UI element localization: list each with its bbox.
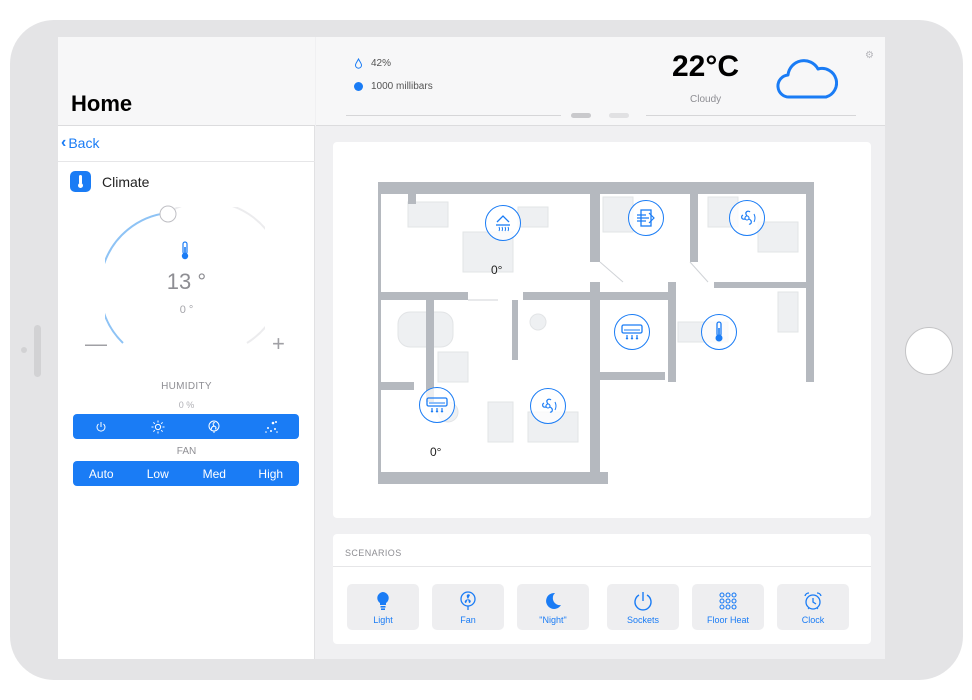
fan-label: FAN [176,446,197,457]
scenario-clock-button[interactable]: Clock [777,584,849,630]
scenario-label: Floor Heat [706,615,750,625]
outdoor-temperature: 22°C [672,50,740,83]
scenario-label: Sockets [626,615,659,625]
scenario-fan-button[interactable]: Fan [432,584,504,630]
fan-auto-button[interactable]: Auto [73,461,130,486]
page-indicator[interactable] [609,113,629,118]
back-label: Back [68,135,100,151]
fan-low-button[interactable]: Low [130,461,187,486]
pressure-value: 1000 millibars [371,81,433,92]
snowflake-icon [264,420,278,433]
cool-mode-button[interactable] [243,414,300,439]
power-mode-button[interactable] [73,414,130,439]
divider [333,566,871,567]
gear-icon[interactable]: ⚙ [865,50,874,61]
floor-heat-icon[interactable] [485,205,521,241]
fan-med-button[interactable]: Med [186,461,243,486]
sidebar-header: Home [58,37,315,126]
moon-icon [546,592,561,609]
fan-icon [208,420,220,433]
bulb-icon [377,592,389,610]
ac-value: 0° [430,445,442,459]
setpoint-temperature: 0 ° [179,304,194,316]
weather-bar: 42% 1000 millibars 22°C Cloudy ⚙ [316,37,885,126]
humidity-label: HUMIDITY [161,381,212,392]
ac-icon[interactable] [419,387,455,423]
home-button[interactable] [905,327,953,375]
humidity-readout: 42% [354,58,391,69]
fan-high-button[interactable]: High [243,461,300,486]
fan-icon[interactable] [530,388,566,424]
thermometer-icon [70,171,91,192]
scenarios-card: SCENARIOS Light Fan "Night" Sockets Floo… [333,534,871,644]
floor-heat-value: 0° [491,263,503,277]
scenario-label: Clock [801,615,825,625]
camera-dot [21,347,27,353]
sun-icon [151,420,165,433]
fan-icon [460,591,476,610]
thermometer-icon [181,241,189,260]
decrease-button[interactable]: — [85,331,107,357]
sidebar: Home ‹ Back Climate 13 ° 0 ° — + HUMIDIT… [58,37,315,659]
fan-icon[interactable] [729,200,765,236]
scenario-floor-heat-button[interactable]: Floor Heat [692,584,764,630]
thermometer-icon[interactable] [701,314,737,350]
page-indicator-active[interactable] [571,113,591,118]
page-title: Home [71,91,133,116]
climate-label: Climate [102,173,150,190]
power-icon [634,592,652,611]
barometer-icon [354,82,363,91]
climate-section[interactable]: Climate [70,171,149,192]
weather-condition: Cloudy [690,94,722,105]
increase-button[interactable]: + [272,331,285,357]
cloud-icon [776,59,838,99]
vent-icon[interactable] [628,200,664,236]
dial-handle[interactable] [158,204,178,224]
back-button[interactable]: ‹ Back [61,134,99,152]
ac-icon[interactable] [614,314,650,350]
fan-mode-button[interactable] [186,414,243,439]
divider [58,161,315,162]
scenario-light-button[interactable]: Light [347,584,419,630]
scenarios-title: SCENARIOS [345,548,402,558]
scenario-sockets-button[interactable]: Sockets [607,584,679,630]
side-button [34,325,41,377]
fan-speed-selector: Auto Low Med High [73,461,299,486]
dots-grid-icon [719,592,737,610]
chevron-left-icon: ‹ [61,134,67,151]
mode-selector [73,414,299,439]
scenario-label: Fan [460,615,476,625]
pressure-readout: 1000 millibars [354,81,433,92]
divider [346,115,561,116]
heat-mode-button[interactable] [130,414,187,439]
power-icon [96,421,106,432]
scenario-label: "Night" [539,615,567,625]
screen: Home ‹ Back Climate 13 ° 0 ° — + HUMIDIT… [58,37,885,659]
humidity-percent: 42% [371,58,392,69]
divider [646,115,856,116]
current-temperature: 13 ° [166,269,207,294]
scenario-label: Light [373,615,393,625]
scenario-night-button[interactable]: "Night" [517,584,589,630]
droplet-icon [354,58,363,69]
humidity-value: 0 % [178,400,195,410]
floor-plan-card: 0° 0° [333,142,871,518]
alarm-clock-icon [804,592,822,610]
